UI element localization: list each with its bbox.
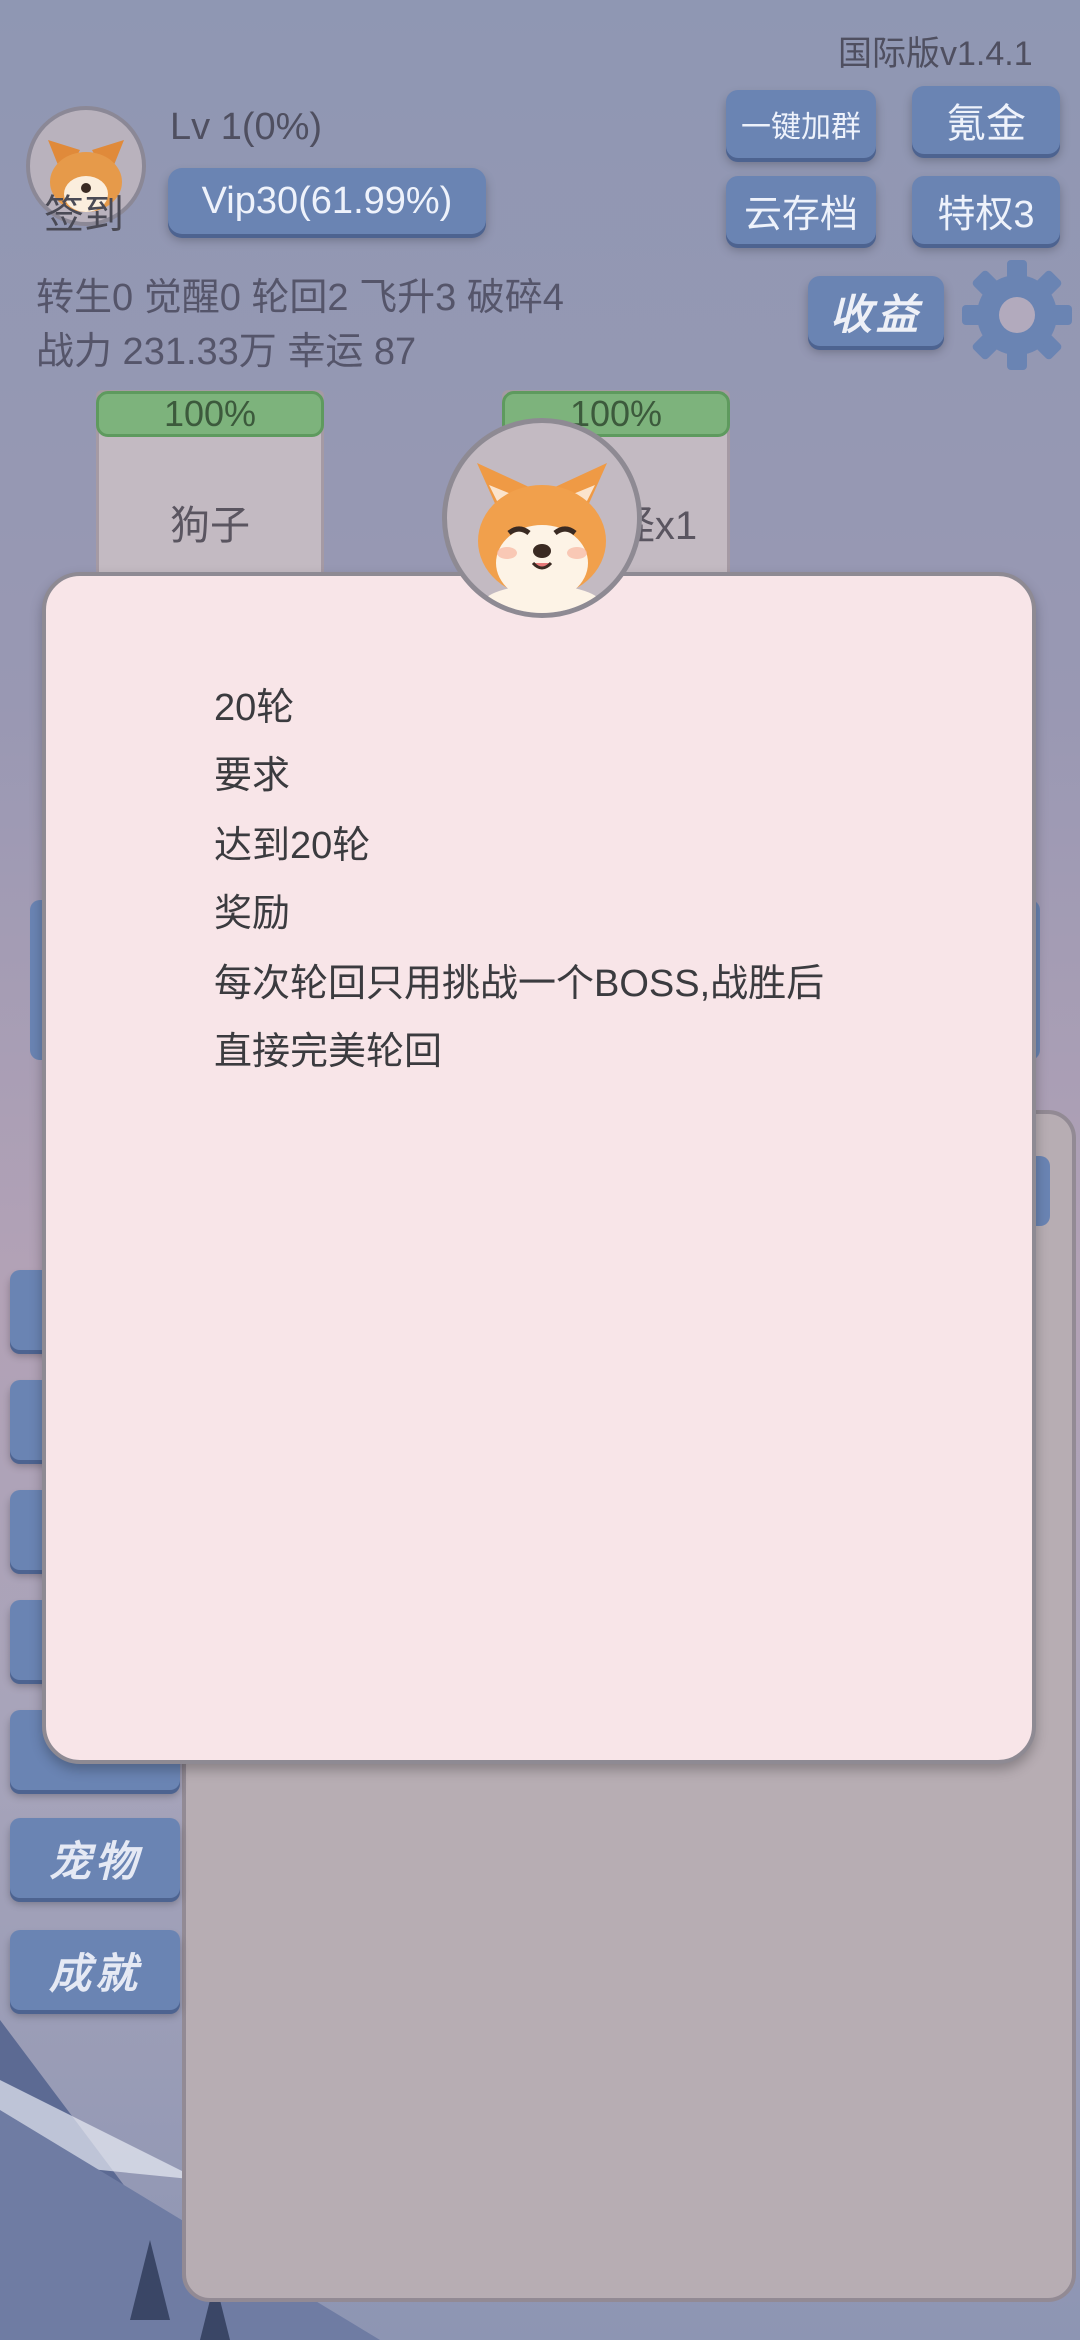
modal-reward-text-2: 直接完美轮回 [214,1031,443,1073]
pet-hp-bar: 100% [96,391,324,437]
privilege-button[interactable]: 特权3 [912,176,1060,244]
modal-requirement-text: 达到20轮 [214,825,371,867]
corgi-badge-icon [477,463,607,613]
version-label: 国际版v1.4.1 [838,35,1033,73]
earnings-button[interactable]: 收益 [808,276,944,346]
modal-reward-text-1: 每次轮回只用挑战一个BOSS,战胜后 [214,963,825,1005]
krypton-button[interactable]: 氪金 [912,86,1060,154]
stats-line-power: 战力 231.33万 幸运 87 [36,331,417,373]
modal-reward-heading: 奖励 [214,893,291,935]
pet-card[interactable]: 100% 狗子 [96,390,324,596]
cloud-save-button[interactable]: 云存档 [726,176,876,244]
stats-line-rebirth: 转生0 觉醒0 轮回2 飞升3 破碎4 [36,277,564,319]
side-tab-pet[interactable]: 宠物 [10,1818,180,1898]
join-group-button[interactable]: 一键加群 [726,90,876,158]
modal-title: 20轮 [214,687,295,729]
side-tab-achievement[interactable]: 成就 [10,1930,180,2010]
gear-icon[interactable] [958,256,1076,374]
signin-label[interactable]: 签到 [44,182,124,240]
level-label: Lv 1(0%) [170,106,323,148]
reward-modal: 20轮 要求 达到20轮 奖励 每次轮回只用挑战一个BOSS,战胜后 直接完美轮… [42,572,1036,1764]
modal-requirement-heading: 要求 [214,755,291,797]
vip-button[interactable]: Vip30(61.99%) [168,168,486,234]
corgi-badge [442,418,642,618]
pet-name: 狗子 [170,504,250,548]
